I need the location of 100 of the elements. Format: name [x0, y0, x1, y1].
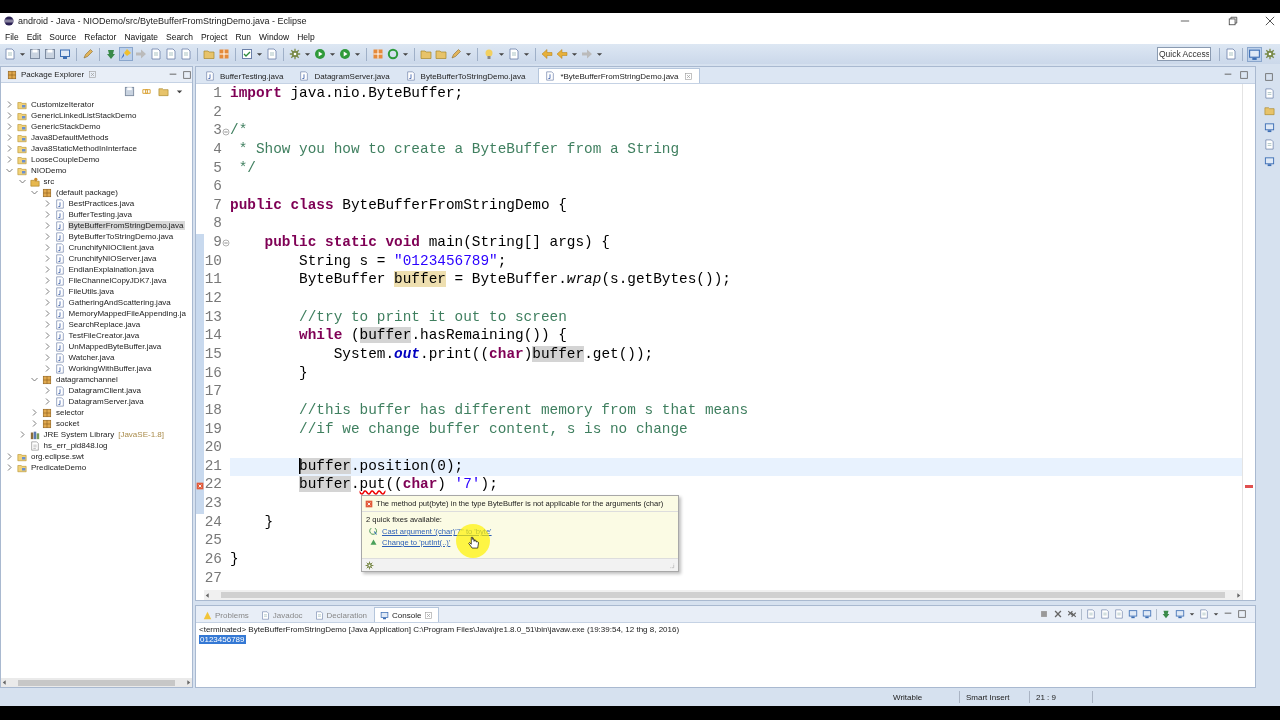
folder-icon[interactable] [203, 48, 215, 60]
chevron-icon[interactable] [30, 419, 39, 428]
tree-item[interactable]: src [42, 177, 56, 186]
menu-item[interactable]: Source [45, 30, 81, 43]
tree-item[interactable]: SearchReplace.java [67, 320, 142, 329]
document-icon[interactable] [1086, 609, 1096, 619]
monitor-icon[interactable] [1142, 609, 1152, 619]
fold-icon[interactable] [222, 127, 230, 136]
panel-tab[interactable]: Console [374, 607, 440, 622]
arrow-left-icon[interactable] [204, 591, 211, 599]
tree-item[interactable]: CustomizeIterator [30, 100, 96, 109]
tree-item[interactable]: (default package) [55, 188, 119, 197]
tree-item[interactable]: FileChannelCopyJDK7.java [67, 276, 168, 285]
tree-item[interactable]: UnMappedByteBuffer.java [67, 342, 163, 351]
grid-icon[interactable] [372, 48, 384, 60]
tree-item[interactable]: FileUtils.java [67, 287, 115, 296]
chevron-icon[interactable] [5, 144, 14, 153]
tree-item[interactable]: NIODemo [30, 166, 68, 175]
arrow-left-icon[interactable] [556, 48, 568, 60]
document-icon[interactable] [165, 48, 177, 60]
ring-icon[interactable] [387, 48, 399, 60]
tree-item[interactable]: socket [55, 419, 81, 428]
chevron-icon[interactable] [5, 133, 14, 142]
gear-icon[interactable] [289, 48, 301, 60]
menu-item[interactable]: Refactor [80, 30, 121, 43]
editor-tab[interactable]: ByteBufferToStringDemo.java [398, 68, 533, 83]
java-perspective-icon[interactable] [1248, 47, 1261, 61]
new-file-icon[interactable] [4, 48, 16, 60]
tree-item[interactable]: BufferTesting.java [67, 210, 133, 219]
menu-item[interactable]: Help [293, 30, 319, 43]
document-icon[interactable] [1263, 88, 1275, 99]
tree-item[interactable]: ByteBufferFromStringDemo.java [67, 221, 185, 230]
maximize-icon[interactable] [1237, 609, 1247, 619]
document-icon[interactable] [266, 48, 278, 60]
chevron-icon[interactable] [5, 122, 14, 131]
document-icon[interactable] [180, 48, 192, 60]
tree-item[interactable]: ByteBufferToStringDemo.java [67, 232, 175, 241]
horizontal-scrollbar[interactable] [204, 590, 1242, 600]
chevron-icon[interactable] [5, 100, 14, 109]
arrow-left-icon[interactable] [1, 679, 8, 686]
tree-item[interactable]: GenericStackDemo [30, 122, 102, 131]
menu-item[interactable]: Window [255, 30, 294, 43]
arrow-right-icon[interactable] [185, 679, 192, 686]
checkbox-icon[interactable] [241, 48, 253, 60]
tree-item[interactable]: Watcher.java [67, 353, 116, 362]
close-icon[interactable] [1053, 609, 1063, 619]
arrow-left-icon[interactable] [541, 48, 553, 60]
open-perspective-icon[interactable] [1225, 48, 1237, 60]
tree-item[interactable]: DatagramServer.java [67, 397, 145, 406]
maximize-icon[interactable] [182, 69, 192, 80]
horizontal-scrollbar[interactable] [1, 678, 192, 687]
chevron-icon[interactable] [17, 177, 27, 186]
folder-icon[interactable] [435, 48, 447, 60]
monitor-icon[interactable] [1263, 156, 1275, 167]
panel-tab[interactable]: Package Explorer [21, 70, 85, 79]
chevron-icon[interactable] [5, 166, 14, 175]
menu-item[interactable]: Navigate [120, 30, 162, 43]
monitor-icon[interactable] [1128, 609, 1138, 619]
editor-tab[interactable]: *ByteBufferFromStringDemo.java [538, 68, 700, 83]
quick-access-field[interactable]: Quick Access [1157, 47, 1211, 61]
tree-item[interactable]: WorkingWithBuffer.java [67, 364, 153, 373]
tree-item[interactable]: Java8DefaultMethods [30, 133, 110, 142]
error-marker[interactable] [1245, 485, 1253, 489]
chevron-icon[interactable] [5, 452, 14, 461]
settings-icon[interactable] [365, 560, 374, 570]
tree-item[interactable]: org.eclipse.swt [30, 452, 85, 461]
maximize-icon[interactable] [1239, 70, 1249, 80]
tree-item[interactable]: hs_err_pid848.log [42, 441, 109, 450]
brush-icon[interactable] [120, 48, 132, 60]
chevron-icon[interactable] [30, 408, 39, 417]
pen-icon[interactable] [82, 48, 94, 60]
bulb-icon[interactable] [483, 48, 495, 60]
chevron-icon[interactable] [5, 463, 14, 472]
arrow-right-icon[interactable] [1235, 591, 1242, 599]
tree-item[interactable]: PredicateDemo [30, 463, 88, 472]
chevron-icon[interactable] [30, 375, 39, 384]
chevron-icon[interactable] [5, 111, 14, 120]
tree-item[interactable]: DatagramClient.java [67, 386, 142, 395]
tree-item[interactable]: GenericLinkedListStackDemo [30, 111, 138, 120]
tree-item[interactable]: JRE System Library [42, 430, 116, 439]
document-icon[interactable] [1199, 609, 1209, 619]
tree-item[interactable]: Java8StaticMethodInInterface [30, 144, 138, 153]
tree-item[interactable]: GatheringAndScattering.java [67, 298, 172, 307]
debug-perspective-icon[interactable] [1264, 48, 1276, 60]
tree-item[interactable]: TestFileCreator.java [67, 331, 141, 340]
tree-item[interactable]: CrunchifyNIOClient.java [67, 243, 155, 252]
menu-item[interactable]: Search [162, 30, 197, 43]
document-icon[interactable] [1114, 609, 1124, 619]
pen-icon[interactable] [450, 48, 462, 60]
monitor-icon[interactable] [1263, 122, 1275, 133]
menu-item[interactable]: File [1, 30, 23, 43]
chevron-icon[interactable] [5, 155, 14, 164]
grid-icon[interactable] [218, 48, 230, 60]
chevron-icon[interactable] [30, 188, 39, 197]
menu-item[interactable]: Project [196, 30, 232, 43]
tree-item[interactable]: MemoryMappedFileAppending.ja [67, 309, 187, 318]
fold-icon[interactable] [222, 239, 230, 248]
editor-tab[interactable]: BufferTesting.java [198, 68, 291, 83]
menu-item[interactable]: Edit [22, 30, 46, 43]
document-icon[interactable] [150, 48, 162, 60]
